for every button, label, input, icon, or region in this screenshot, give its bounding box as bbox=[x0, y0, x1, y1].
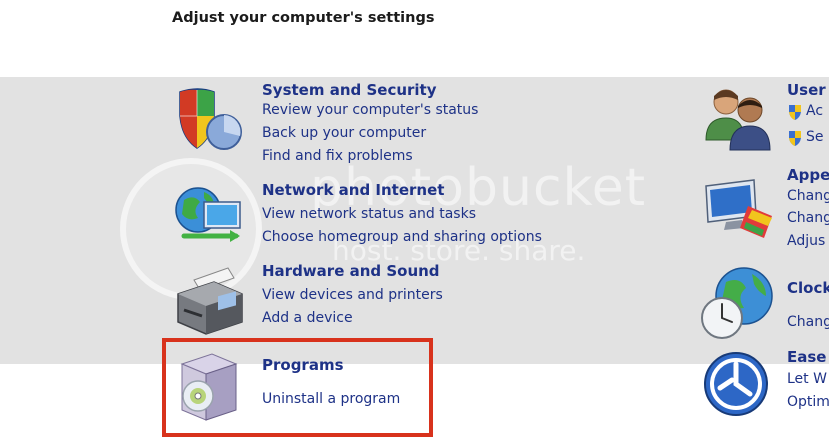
category-title-network-internet[interactable]: Network and Internet bbox=[262, 181, 444, 199]
link-appearance-2[interactable]: Chang bbox=[787, 210, 829, 226]
link-find-fix-problems[interactable]: Find and fix problems bbox=[262, 148, 413, 164]
link-ease-2[interactable]: Optim bbox=[787, 394, 829, 410]
category-title-hardware-sound[interactable]: Hardware and Sound bbox=[262, 262, 440, 280]
network-globe-icon bbox=[175, 187, 241, 242]
link-back-up[interactable]: Back up your computer bbox=[262, 125, 426, 141]
category-title-system-security[interactable]: System and Security bbox=[262, 81, 437, 99]
highlight-box bbox=[162, 338, 433, 437]
link-clock-1[interactable]: Chang bbox=[787, 314, 829, 330]
link-homegroup-sharing[interactable]: Choose homegroup and sharing options bbox=[262, 229, 542, 245]
link-review-status[interactable]: Review your computer's status bbox=[262, 102, 478, 118]
security-shield-icon bbox=[179, 88, 242, 150]
ease-of-access-icon bbox=[704, 352, 768, 416]
link-appearance-1[interactable]: Chang bbox=[787, 188, 829, 204]
category-title-clock[interactable]: Clock bbox=[787, 279, 829, 297]
link-add-device[interactable]: Add a device bbox=[262, 310, 353, 326]
uac-shield-icon bbox=[789, 131, 801, 146]
uac-shield-icon bbox=[789, 105, 801, 120]
category-title-ease[interactable]: Ease bbox=[787, 348, 826, 366]
link-user-a[interactable]: Ac bbox=[806, 103, 823, 119]
link-network-status[interactable]: View network status and tasks bbox=[262, 206, 476, 222]
link-user-s[interactable]: Se bbox=[806, 129, 824, 145]
printer-icon bbox=[177, 267, 243, 335]
category-title-user[interactable]: User bbox=[787, 81, 826, 99]
category-title-appearance[interactable]: Appe bbox=[787, 166, 829, 184]
page-title: Adjust your computer's settings bbox=[172, 10, 435, 26]
appearance-monitor-icon bbox=[705, 179, 772, 238]
users-icon bbox=[705, 89, 771, 151]
clock-globe-icon bbox=[701, 267, 773, 339]
link-devices-printers[interactable]: View devices and printers bbox=[262, 287, 443, 303]
link-ease-1[interactable]: Let W bbox=[787, 371, 827, 387]
link-appearance-3[interactable]: Adjus bbox=[787, 233, 825, 249]
